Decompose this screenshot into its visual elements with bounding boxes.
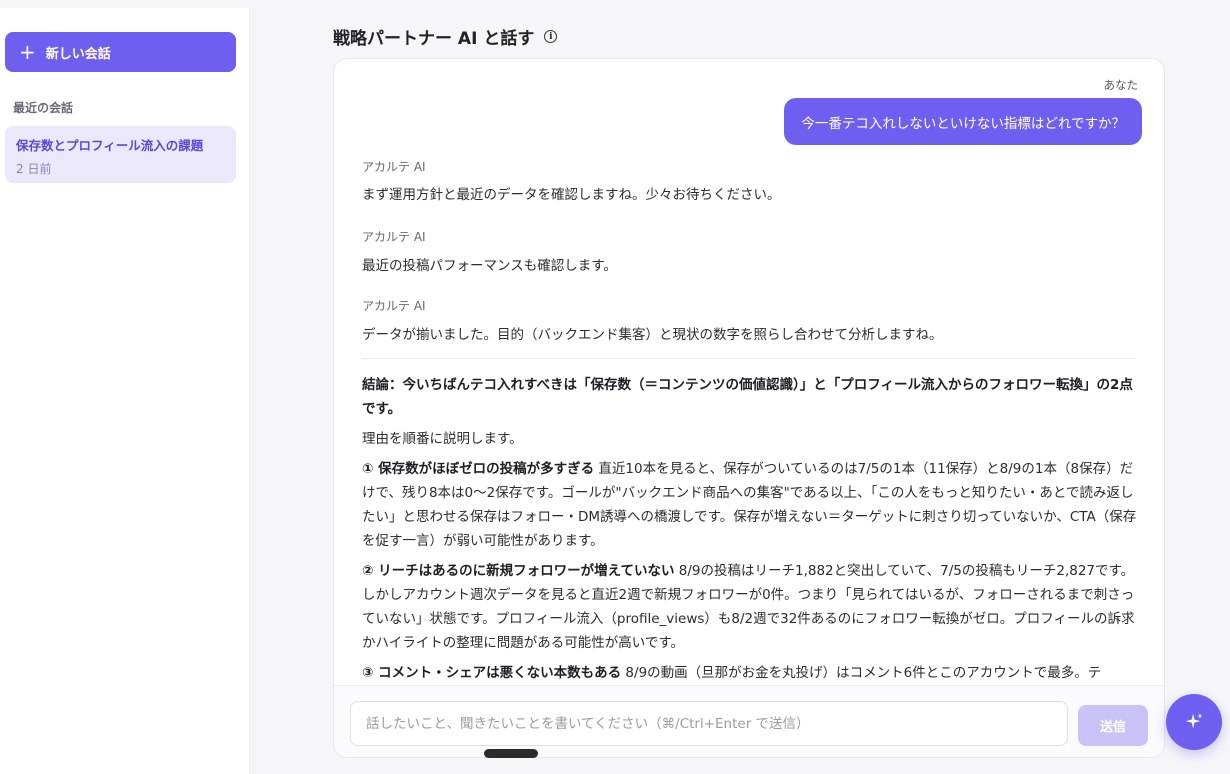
page-title-text: 戦略パートナー AI と話す (333, 29, 535, 49)
answer-point-heading: ② リーチはあるのに新規フォロワーが増えていない (362, 563, 675, 579)
history-item-time: 2 日前 (16, 162, 52, 176)
answer-point: ② リーチはあるのに新規フォロワーが増えていない 8/9の投稿はリーチ1,882… (362, 559, 1138, 655)
sparkle-icon (1185, 713, 1203, 729)
message-input[interactable] (350, 701, 1068, 746)
chat-panel: あなた 今一番テコ入れしないといけない指標はどれですか？ アカルテ AI まず運… (333, 58, 1165, 758)
scroll-handle[interactable] (484, 749, 538, 758)
sidebar: + 新しい会話 最近の会話 保存数とプロフィール流入の課題 2 日前 (0, 0, 250, 774)
ai-answer: 結論：今いちばんテコ入れすべきは「保存数（＝コンテンツの価値認識）」と「プロフィ… (362, 373, 1138, 685)
recent-conversations-heading: 最近の会話 (13, 101, 74, 115)
ai-message-text: まず運用方針と最近のデータを確認しますね。少々お待ちください。 (362, 187, 781, 203)
message-divider (362, 358, 1136, 359)
answer-point: ③ コメント・シェアは悪くない本数もある 8/9の動画（旦那がお金を丸投げ）はコ… (362, 661, 1138, 685)
ai-assist-button[interactable] (1166, 694, 1222, 750)
answer-point-heading: ③ コメント・シェアは悪くない本数もある (362, 665, 622, 681)
new-chat-button[interactable]: + 新しい会話 (5, 32, 236, 72)
ai-message-text: データが揃いました。目的（バックエンド集客）と現状の数字を照らし合わせて分析しま… (362, 327, 943, 343)
history-item[interactable]: 保存数とプロフィール流入の課題 2 日前 (5, 126, 236, 183)
message-list[interactable]: あなた 今一番テコ入れしないといけない指標はどれですか？ アカルテ AI まず運… (334, 59, 1164, 685)
answer-conclusion: 結論：今いちばんテコ入れすべきは「保存数（＝コンテンツの価値認識）」と「プロフィ… (362, 377, 1133, 417)
info-icon[interactable]: i (544, 30, 558, 43)
new-chat-label: 新しい会話 (45, 46, 111, 62)
composer: 送信 (334, 685, 1164, 757)
plus-icon: + (19, 40, 36, 64)
sidebar-top-band (0, 0, 250, 8)
history-item-title: 保存数とプロフィール流入の課題 (16, 138, 204, 153)
answer-point: ① 保存数がほぼゼロの投稿が多すぎる 直近10本を見ると、保存がついているのは7… (362, 457, 1138, 553)
send-button[interactable]: 送信 (1078, 705, 1148, 746)
user-message-text: 今一番テコ入れしないといけない指標はどれですか？ (801, 115, 1125, 132)
answer-point-body: 8/9の動画（旦那がお金を丸投げ）はコメント6件とこのアカウントで最多。テ (621, 665, 1102, 681)
user-message-bubble: 今一番テコ入れしないといけない指標はどれですか？ (784, 98, 1142, 145)
ai-sender-label: アカルテ AI (362, 299, 426, 313)
answer-intro: 理由を順番に説明します。 (362, 431, 523, 447)
ai-sender-label: アカルテ AI (362, 230, 426, 244)
answer-point-heading: ① 保存数がほぼゼロの投稿が多すぎる (362, 461, 595, 477)
user-label: あなた (1103, 78, 1139, 92)
ai-sender-label: アカルテ AI (362, 160, 426, 174)
page-title: 戦略パートナー AI と話す i (333, 24, 558, 49)
ai-message-text: 最近の投稿パフォーマンスも確認します。 (362, 258, 617, 274)
